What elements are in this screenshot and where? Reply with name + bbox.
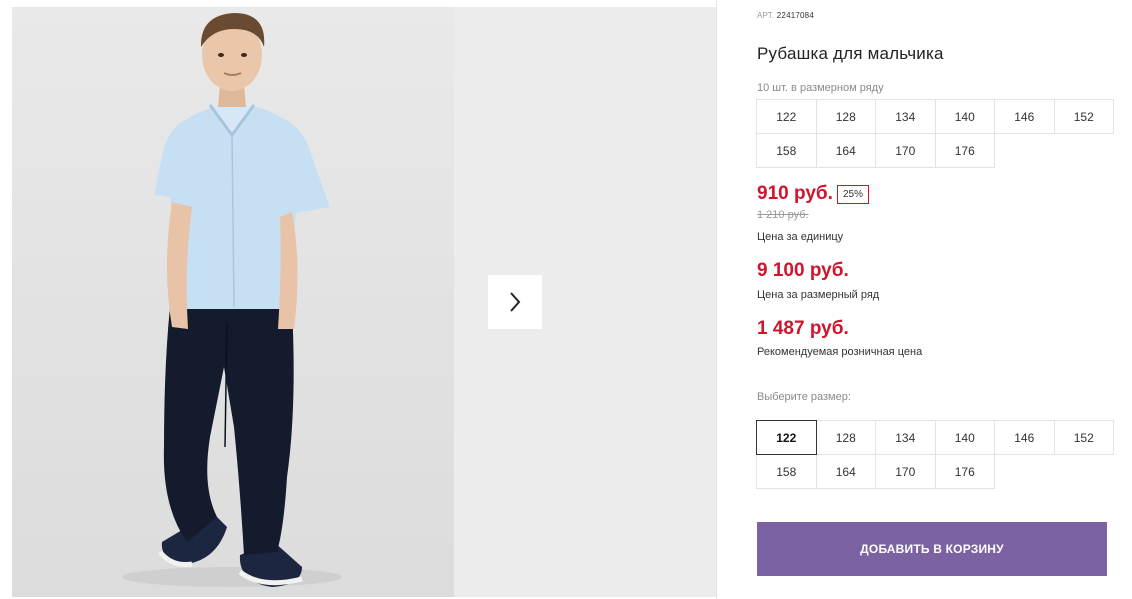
size-option[interactable]: 134 (875, 420, 936, 455)
size-option[interactable]: 140 (934, 420, 995, 455)
size-option-selected[interactable]: 122 (756, 420, 817, 455)
size-row-cell: 122 (756, 99, 817, 134)
size-row-cell: 134 (875, 99, 936, 134)
sku-label: АРТ. (757, 11, 775, 20)
size-row-price: 9 100 руб. (757, 260, 849, 281)
next-photo-button[interactable] (488, 275, 542, 329)
product-gallery (0, 0, 717, 599)
size-row-price-caption: Цена за размерный ряд (757, 289, 880, 301)
size-row-cell: 164 (815, 133, 876, 168)
size-row-cell: 176 (934, 133, 995, 168)
size-option[interactable]: 146 (994, 420, 1055, 455)
product-photo[interactable] (12, 7, 454, 597)
size-option[interactable]: 176 (934, 454, 995, 489)
recommended-retail-price-caption: Рекомендуемая розничная цена (757, 346, 923, 358)
size-row-note: 10 шт. в размерном ряду (757, 82, 884, 94)
sku-value: 22417084 (776, 11, 814, 20)
size-option[interactable]: 164 (815, 454, 876, 489)
size-row-cell: 146 (994, 99, 1055, 134)
size-row-cell: 140 (934, 99, 995, 134)
boy-in-shirt-illustration (122, 13, 342, 587)
size-option[interactable]: 152 (1053, 420, 1114, 455)
size-row-cell: 152 (1053, 99, 1114, 134)
unit-price: 910 руб. (757, 183, 833, 204)
size-row-cell: 170 (875, 133, 936, 168)
discount-badge: 25% (837, 185, 870, 204)
unit-price-caption: Цена за единицу (757, 231, 844, 243)
size-option[interactable]: 158 (756, 454, 817, 489)
size-row-grid: 122 128 134 140 146 152 158 164 170 176 (756, 99, 1114, 168)
size-row-cell: 158 (756, 133, 817, 168)
choose-size-label: Выберите размер: (757, 391, 851, 403)
old-price: 1 210 руб. (757, 209, 809, 221)
size-selector: 122 128 134 140 146 152 158 164 170 176 (756, 420, 1114, 489)
chevron-right-icon (510, 292, 521, 312)
recommended-retail-price: 1 487 руб. (757, 318, 849, 339)
size-option[interactable]: 170 (875, 454, 936, 489)
size-option[interactable]: 128 (815, 420, 876, 455)
add-to-cart-button[interactable]: ДОБАВИТЬ В КОРЗИНУ (757, 522, 1107, 576)
size-row-cell: 128 (815, 99, 876, 134)
product-title: Рубашка для мальчика (757, 44, 944, 63)
panel-divider (716, 0, 717, 599)
sku-line: АРТ. 22417084 (757, 11, 814, 20)
